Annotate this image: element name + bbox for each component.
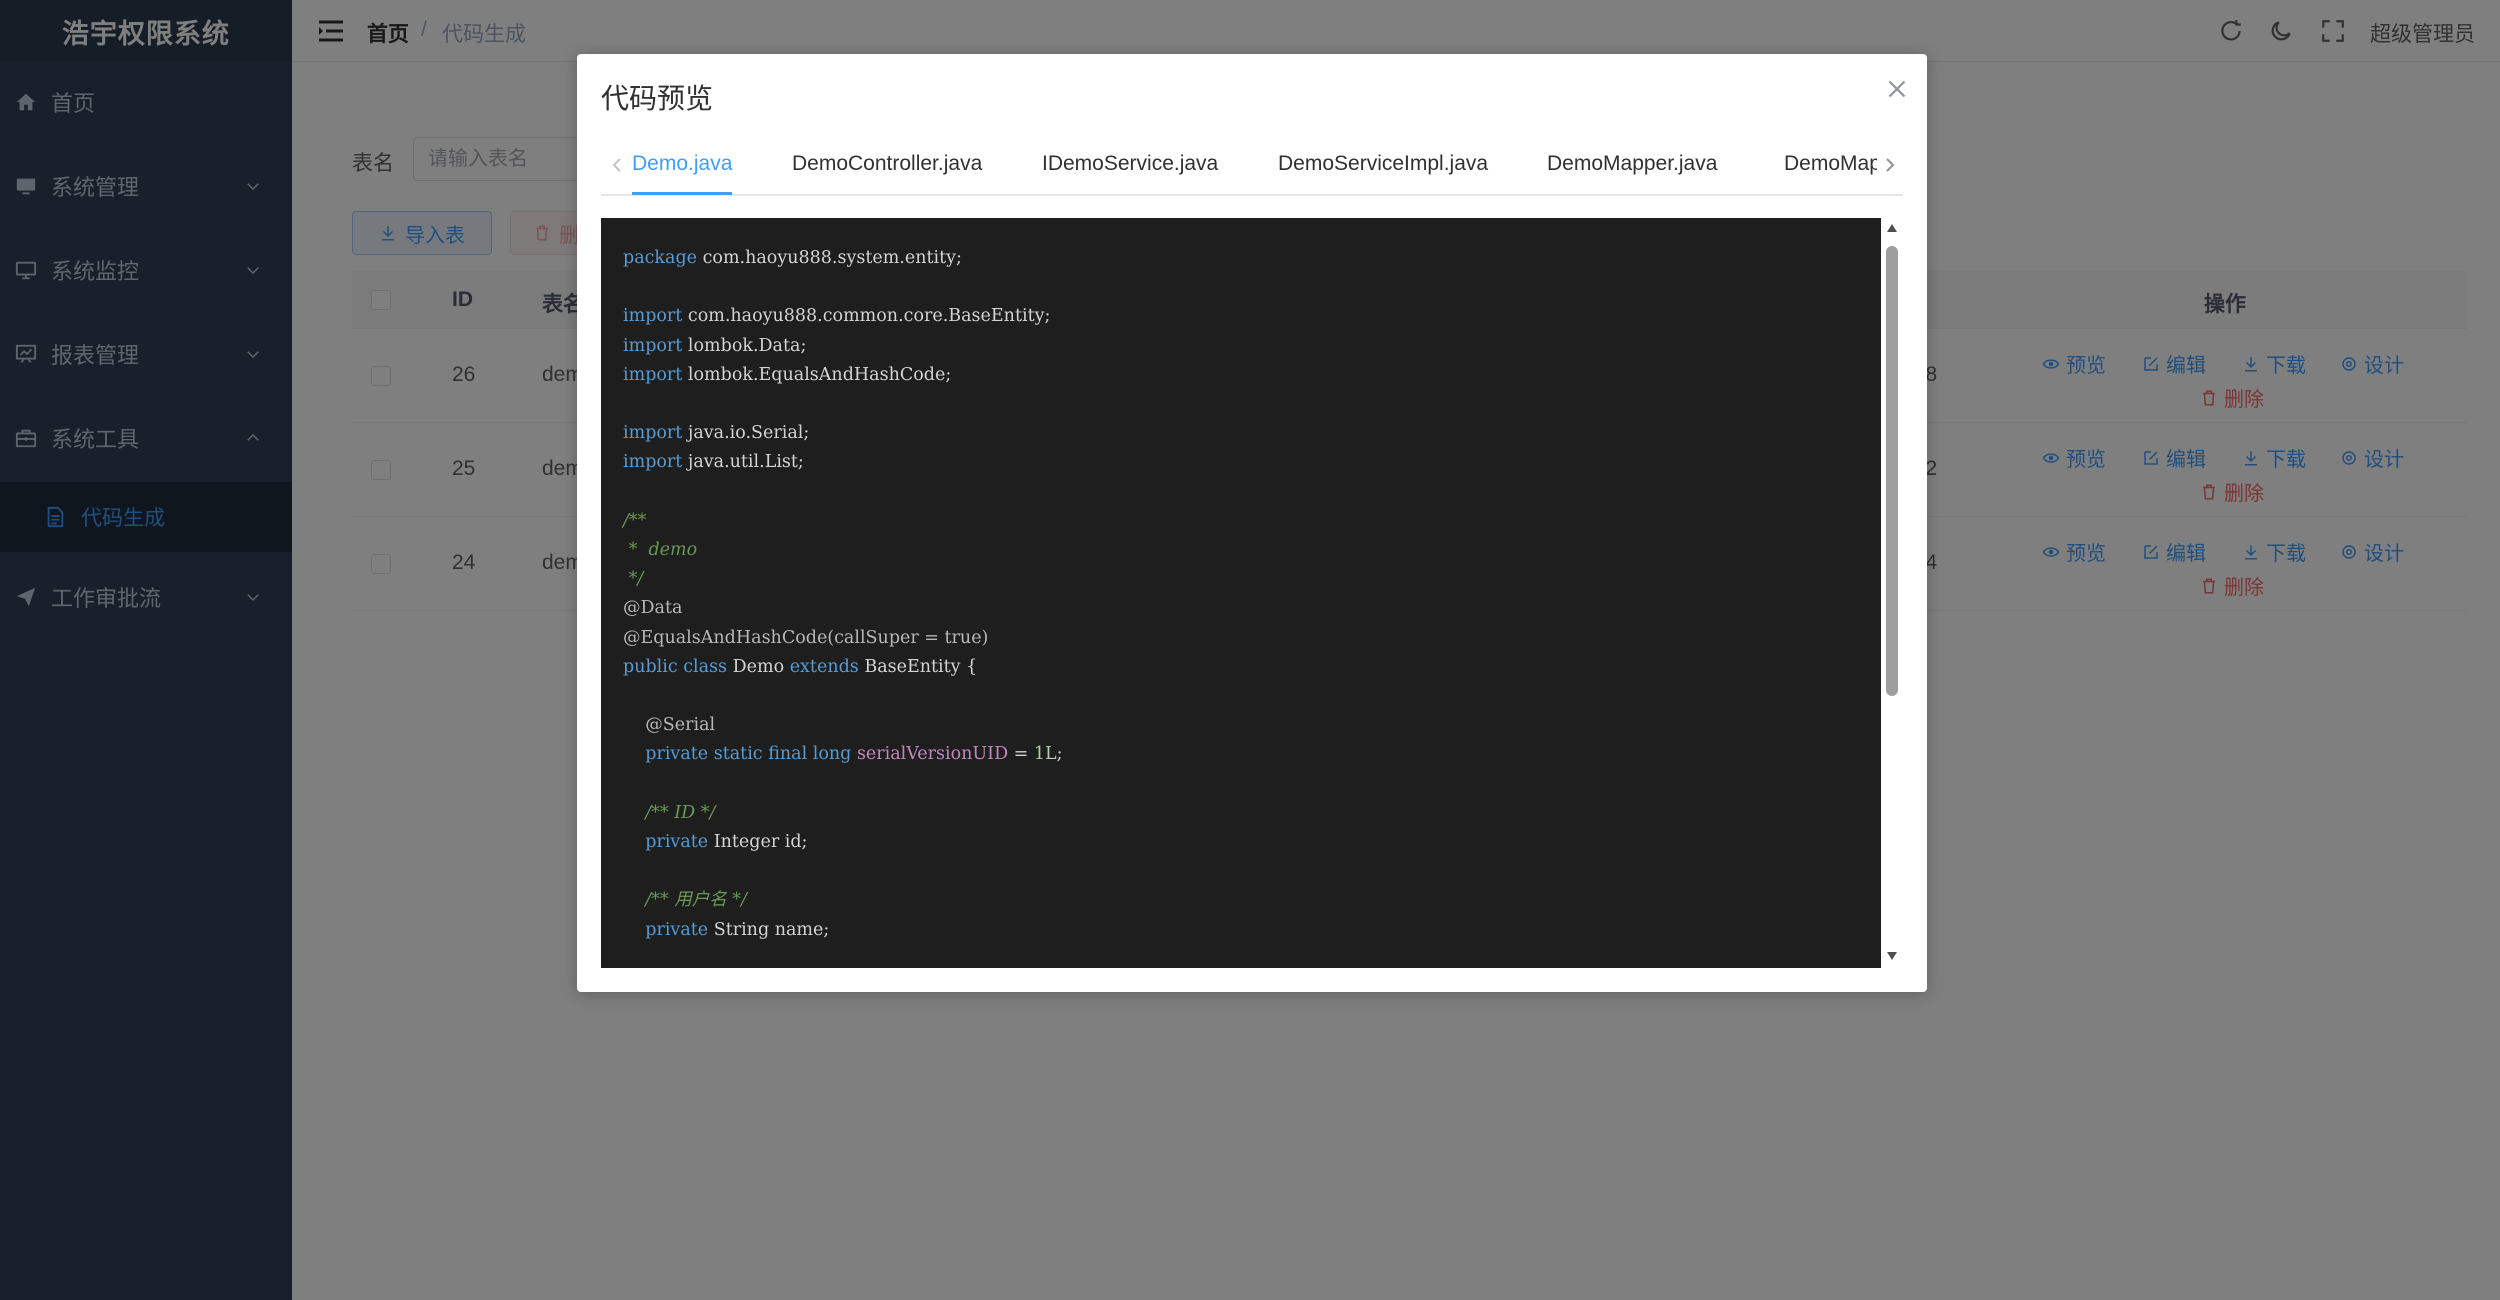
code-scrollbar[interactable] (1883, 218, 1901, 968)
scroll-up-icon[interactable] (1887, 224, 1897, 232)
file-tabs: Demo.java DemoController.java IDemoServi… (601, 134, 1903, 196)
tabs-scroll-area: Demo.java DemoController.java IDemoServi… (629, 134, 1877, 196)
tab-demo-java[interactable]: Demo.java (632, 152, 732, 176)
chevron-right-icon[interactable] (1882, 154, 1898, 176)
chevron-left-icon[interactable] (609, 154, 625, 176)
tab-demomapper-xml[interactable]: DemoMap (1784, 152, 1877, 176)
scroll-down-icon[interactable] (1887, 952, 1897, 960)
close-icon[interactable] (1882, 74, 1912, 104)
active-tab-indicator (632, 192, 732, 195)
tab-demomapper-java[interactable]: DemoMapper.java (1547, 152, 1717, 176)
dialog-title: 代码预览 (601, 83, 714, 114)
tab-demoserviceimpl-java[interactable]: DemoServiceImpl.java (1278, 152, 1488, 176)
code-viewer[interactable]: package com.haoyu888.system.entity; impo… (601, 218, 1881, 968)
tab-idemoservice-java[interactable]: IDemoService.java (1042, 152, 1218, 176)
code-preview-dialog: 代码预览 Demo.java DemoController.java IDemo… (577, 54, 1927, 992)
scroll-thumb[interactable] (1886, 246, 1898, 696)
tab-democontroller-java[interactable]: DemoController.java (792, 152, 982, 176)
code-content: package com.haoyu888.system.entity; impo… (623, 248, 1063, 940)
